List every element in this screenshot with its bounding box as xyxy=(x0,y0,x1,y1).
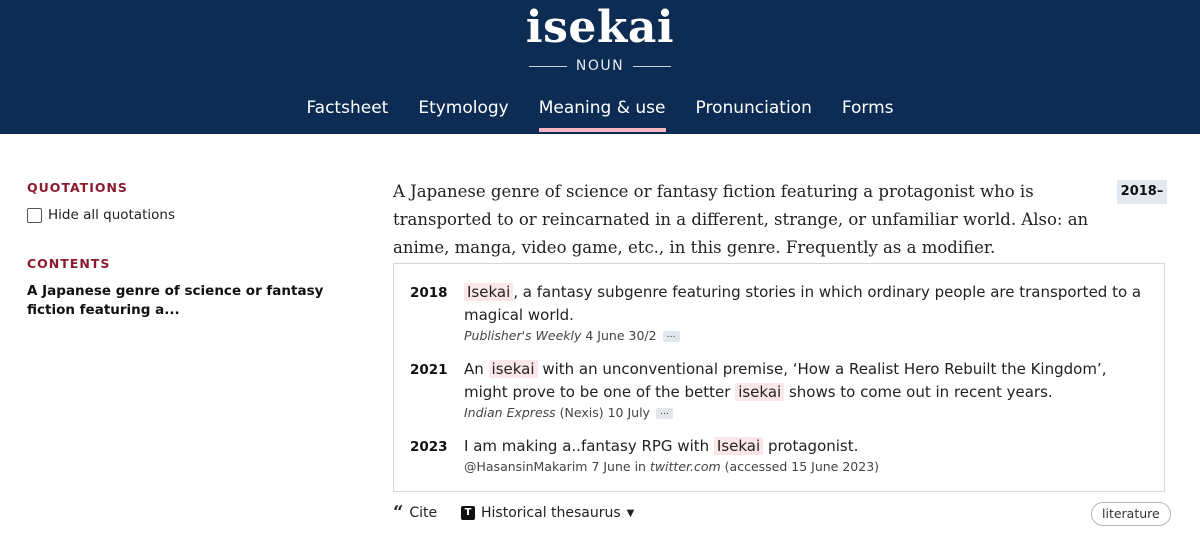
hide-quotations-toggle[interactable]: Hide all quotations xyxy=(27,207,175,223)
date-range-badge: 2018– xyxy=(1117,180,1167,204)
tab-forms[interactable]: Forms xyxy=(842,98,894,132)
quotation-fragment: protagonist. xyxy=(763,437,859,455)
quotation-year: 2021 xyxy=(410,362,448,378)
quotation-year: 2018 xyxy=(410,285,448,301)
subject-tag-literature[interactable]: literature xyxy=(1091,502,1171,526)
tab-meaning-and-use[interactable]: Meaning & use xyxy=(538,98,666,132)
more-options-button[interactable]: … xyxy=(655,408,673,419)
headword: isekai xyxy=(525,2,675,53)
source-detail: (accessed 15 June 2023) xyxy=(720,459,880,474)
quotation-text: I am making a..fantasy RPG with Isekai p… xyxy=(464,435,1154,458)
quotation-highlight: Isekai xyxy=(464,283,514,301)
source-title: Publisher's Weekly xyxy=(464,328,582,343)
entry-header: isekai NOUN Factsheet Etymology Meaning … xyxy=(0,0,1200,134)
thesaurus-icon: T xyxy=(461,506,475,520)
section-nav: Factsheet Etymology Meaning & use Pronun… xyxy=(0,98,1200,132)
quotation-highlight: Isekai xyxy=(713,437,764,455)
part-of-speech: NOUN xyxy=(575,58,625,74)
quotation-fragment: An xyxy=(464,360,489,378)
definition-text: A Japanese genre of science or fantasy f… xyxy=(393,182,1089,257)
quotation-source: Indian Express (Nexis) 10 July … xyxy=(464,405,673,420)
quotation-highlight: isekai xyxy=(488,360,538,378)
quotation-source: @HasansinMakarim 7 June in twitter.com (… xyxy=(464,459,879,474)
quotation-fragment: I am making a..fantasy RPG with xyxy=(464,437,714,455)
quotation-source: Publisher's Weekly 4 June 30/2 … xyxy=(464,328,680,343)
quotation-fragment: , a fantasy subgenre featuring stories i… xyxy=(464,283,1142,324)
contents-item-link[interactable]: A Japanese genre of science or fantasy f… xyxy=(27,282,347,320)
hide-quotations-checkbox[interactable] xyxy=(27,207,42,223)
divider-right xyxy=(633,65,672,67)
chevron-down-icon: ▼ xyxy=(626,507,635,519)
source-author: @HasansinMakarim 7 June in xyxy=(464,459,650,474)
source-title: Indian Express xyxy=(464,405,556,420)
quotations-heading: QUOTATIONS xyxy=(27,180,128,195)
part-of-speech-row: NOUN xyxy=(0,58,1200,74)
source-title: twitter.com xyxy=(649,459,721,474)
quotation-highlight: isekai xyxy=(735,383,785,401)
divider-left xyxy=(528,65,567,67)
quotations-box: 2018 Isekai, a fantasy subgenre featurin… xyxy=(393,263,1165,492)
tab-pronunciation[interactable]: Pronunciation xyxy=(696,98,812,132)
quote-icon: “ xyxy=(393,502,404,523)
tab-etymology[interactable]: Etymology xyxy=(418,98,508,132)
thesaurus-label: Historical thesaurus xyxy=(481,505,621,521)
tab-factsheet[interactable]: Factsheet xyxy=(306,98,388,132)
hide-quotations-label[interactable]: Hide all quotations xyxy=(48,207,175,223)
contents-heading: CONTENTS xyxy=(27,256,111,271)
source-detail: 4 June 30/2 xyxy=(581,328,657,343)
historical-thesaurus-button[interactable]: T Historical thesaurus ▼ xyxy=(461,505,634,521)
quotation-fragment: shows to come out in recent years. xyxy=(784,383,1053,401)
quotation-text: Isekai, a fantasy subgenre featuring sto… xyxy=(464,281,1154,327)
source-detail: (Nexis) 10 July xyxy=(555,405,650,420)
quotation-year: 2023 xyxy=(410,439,448,455)
quotation-text: An isekai with an unconventional premise… xyxy=(464,358,1154,404)
cite-label: Cite xyxy=(409,505,438,521)
more-options-button[interactable]: … xyxy=(662,331,680,342)
cite-button[interactable]: “ Cite xyxy=(393,502,438,523)
